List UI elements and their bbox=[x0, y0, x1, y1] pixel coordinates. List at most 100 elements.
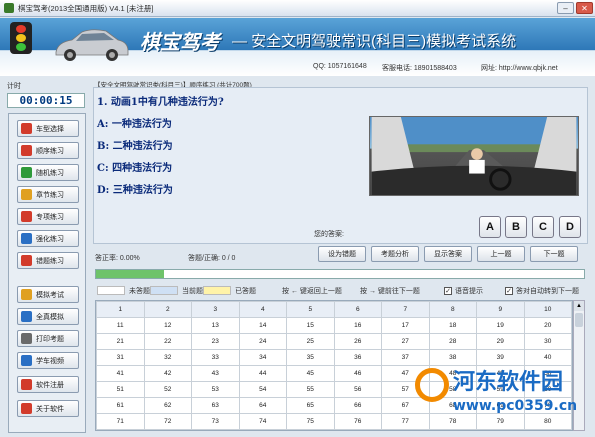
next-key-hint: 按 → 键前往下一题 bbox=[360, 287, 420, 295]
progress-fill bbox=[96, 270, 165, 278]
voice-checkbox[interactable]: ✓ 语音提示 bbox=[444, 285, 483, 296]
question-number-cell[interactable]: 51 bbox=[96, 381, 145, 398]
question-number-cell[interactable]: 4 bbox=[238, 301, 287, 318]
question-number-cell[interactable]: 15 bbox=[286, 317, 335, 334]
car-icon bbox=[21, 123, 32, 134]
legend-unanswered: 未答题 bbox=[97, 285, 150, 296]
question-number-cell[interactable]: 26 bbox=[333, 333, 382, 350]
question-number-cell[interactable]: 54 bbox=[238, 381, 287, 398]
question-number-cell[interactable]: 72 bbox=[143, 413, 192, 430]
question-number-cell[interactable]: 25 bbox=[286, 333, 335, 350]
question-number-cell[interactable]: 5 bbox=[286, 301, 335, 318]
question-number-cell[interactable]: 76 bbox=[333, 413, 382, 430]
question-number-cell[interactable]: 20 bbox=[523, 317, 572, 334]
question-number-cell[interactable]: 21 bbox=[96, 333, 145, 350]
sidebar-item-intensive[interactable]: 强化练习 bbox=[17, 230, 79, 247]
minimize-button[interactable]: – bbox=[557, 2, 574, 14]
sidebar-item-register[interactable]: 软件注册 bbox=[17, 376, 79, 393]
answer-a-button[interactable]: A bbox=[479, 216, 501, 238]
prev-question-button[interactable]: 上一题 bbox=[477, 246, 525, 262]
question-number-cell[interactable]: 14 bbox=[238, 317, 287, 334]
question-number-cell[interactable]: 35 bbox=[286, 349, 335, 366]
question-number-cell[interactable]: 12 bbox=[143, 317, 192, 334]
question-number-cell[interactable]: 2 bbox=[143, 301, 192, 318]
question-number-cell[interactable]: 41 bbox=[96, 365, 145, 382]
question-number-cell[interactable]: 53 bbox=[191, 381, 240, 398]
question-number-cell[interactable]: 61 bbox=[96, 397, 145, 414]
question-number-cell[interactable]: 75 bbox=[286, 413, 335, 430]
question-number-cell[interactable]: 64 bbox=[238, 397, 287, 414]
sidebar-item-sequential[interactable]: 顺序练习 bbox=[17, 142, 79, 159]
question-number-cell[interactable]: 42 bbox=[143, 365, 192, 382]
question-number-cell[interactable]: 52 bbox=[143, 381, 192, 398]
question-number-cell[interactable]: 8 bbox=[428, 301, 477, 318]
question-number-cell[interactable]: 74 bbox=[238, 413, 287, 430]
close-button[interactable]: ✕ bbox=[576, 2, 593, 14]
next-question-button[interactable]: 下一题 bbox=[530, 246, 578, 262]
scroll-thumb[interactable] bbox=[575, 313, 583, 327]
scroll-up-icon[interactable]: ▲ bbox=[574, 301, 584, 311]
question-number-cell[interactable]: 71 bbox=[96, 413, 145, 430]
option-c[interactable]: C: 四种违法行为 bbox=[97, 159, 172, 174]
question-number-cell[interactable]: 29 bbox=[476, 333, 525, 350]
sidebar-item-chapter[interactable]: 章节练习 bbox=[17, 186, 79, 203]
app-icon bbox=[4, 3, 14, 13]
question-number-cell[interactable]: 17 bbox=[381, 317, 430, 334]
option-a[interactable]: A: 一种违法行为 bbox=[97, 115, 172, 130]
question-number-cell[interactable]: 23 bbox=[191, 333, 240, 350]
question-number-cell[interactable]: 63 bbox=[191, 397, 240, 414]
auto-next-checkbox[interactable]: ✓ 答对自动转到下一题 bbox=[505, 285, 579, 296]
question-number-cell[interactable]: 6 bbox=[333, 301, 382, 318]
question-number-cell[interactable]: 45 bbox=[286, 365, 335, 382]
question-number-cell[interactable]: 73 bbox=[191, 413, 240, 430]
mark-wrong-button[interactable]: 设为错题 bbox=[318, 246, 366, 262]
sidebar-item-about[interactable]: 关于软件 bbox=[17, 400, 79, 417]
question-number-cell[interactable]: 10 bbox=[523, 301, 572, 318]
answer-d-button[interactable]: D bbox=[559, 216, 581, 238]
sidebar-item-random[interactable]: 随机练习 bbox=[17, 164, 79, 181]
question-number-cell[interactable]: 28 bbox=[428, 333, 477, 350]
animation-scene[interactable] bbox=[369, 116, 579, 196]
sidebar-item-mistakes[interactable]: 错题练习 bbox=[17, 252, 79, 269]
question-number-cell[interactable]: 62 bbox=[143, 397, 192, 414]
question-number-cell[interactable]: 31 bbox=[96, 349, 145, 366]
question-number-cell[interactable]: 7 bbox=[381, 301, 430, 318]
website-link[interactable]: 网址: http://www.qbjk.net bbox=[481, 63, 558, 73]
question-number-cell[interactable]: 34 bbox=[238, 349, 287, 366]
question-number-cell[interactable]: 3 bbox=[191, 301, 240, 318]
question-number-cell[interactable]: 36 bbox=[333, 349, 382, 366]
question-number-cell[interactable]: 55 bbox=[286, 381, 335, 398]
print-icon bbox=[21, 333, 32, 344]
sidebar-item-video[interactable]: 学车视频 bbox=[17, 352, 79, 369]
question-number-cell[interactable]: 32 bbox=[143, 349, 192, 366]
question-number-cell[interactable]: 66 bbox=[333, 397, 382, 414]
question-number-cell[interactable]: 11 bbox=[96, 317, 145, 334]
question-number-cell[interactable]: 44 bbox=[238, 365, 287, 382]
option-d[interactable]: D: 三种违法行为 bbox=[97, 181, 173, 196]
question-number-cell[interactable]: 19 bbox=[476, 317, 525, 334]
sidebar-item-print[interactable]: 打印考题 bbox=[17, 330, 79, 347]
question-number-cell[interactable]: 65 bbox=[286, 397, 335, 414]
sidebar-item-topic[interactable]: 专项练习 bbox=[17, 208, 79, 225]
analysis-button[interactable]: 考题分析 bbox=[371, 246, 419, 262]
question-number-cell[interactable]: 18 bbox=[428, 317, 477, 334]
question-number-cell[interactable]: 24 bbox=[238, 333, 287, 350]
question-number-cell[interactable]: 9 bbox=[476, 301, 525, 318]
question-number-cell[interactable]: 33 bbox=[191, 349, 240, 366]
question-number-cell[interactable]: 30 bbox=[523, 333, 572, 350]
question-number-cell[interactable]: 16 bbox=[333, 317, 382, 334]
answer-b-button[interactable]: B bbox=[505, 216, 527, 238]
answer-c-button[interactable]: C bbox=[532, 216, 554, 238]
question-number-cell[interactable]: 56 bbox=[333, 381, 382, 398]
sidebar-item-mock-exam[interactable]: 模拟考试 bbox=[17, 286, 79, 303]
question-number-cell[interactable]: 27 bbox=[381, 333, 430, 350]
sidebar-item-real-simulation[interactable]: 全真模拟 bbox=[17, 308, 79, 325]
sidebar-item-vehicle-select[interactable]: 车型选择 bbox=[17, 120, 79, 137]
question-number-cell[interactable]: 46 bbox=[333, 365, 382, 382]
question-number-cell[interactable]: 43 bbox=[191, 365, 240, 382]
question-number-cell[interactable]: 1 bbox=[96, 301, 145, 318]
show-answer-button[interactable]: 显示答案 bbox=[424, 246, 472, 262]
option-b[interactable]: B: 二种违法行为 bbox=[97, 137, 173, 152]
question-number-cell[interactable]: 22 bbox=[143, 333, 192, 350]
question-number-cell[interactable]: 13 bbox=[191, 317, 240, 334]
